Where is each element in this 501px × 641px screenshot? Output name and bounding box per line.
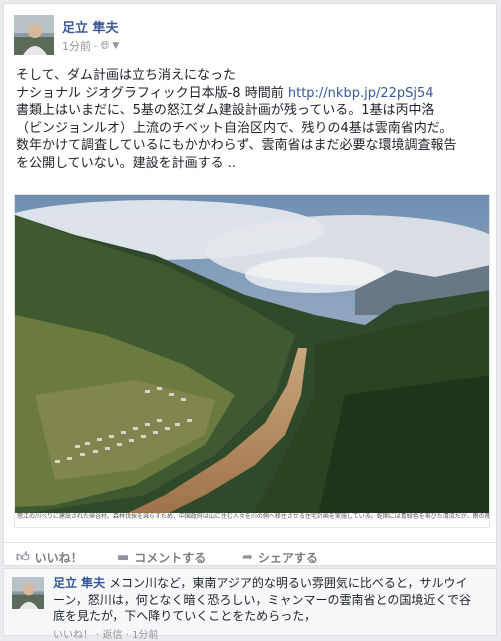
commenter-name[interactable]: 足立 隼夫 <box>53 576 105 590</box>
post-body-line: 書類上はいまだに、5基の怒江ダム建設計画が残っている。1基は丙中洛 <box>16 103 435 118</box>
comment-text: メコン川など，東南アジア的な明るい雰囲気に比べると，サルウイ <box>105 576 468 590</box>
comment-icon: ▬ <box>117 550 130 565</box>
post-headline: そして、ダム計画は立ち消えになった <box>16 68 236 83</box>
comment-text: 底を見たが，下へ降りていくことをためらった， <box>53 609 317 623</box>
chevron-down-icon[interactable]: ▼ <box>112 41 119 51</box>
post-actions: 👍︎ いいね！ ▬ コメントする ➦ シェアする <box>4 542 496 569</box>
post-body-line: （ビンジョンルオ）上流のチベット自治区内で、残りの4基は雲南省内だ。 <box>16 120 453 136</box>
comment-button[interactable]: ▬ コメントする <box>117 549 206 566</box>
thumbs-up-icon: 👍︎ <box>16 550 30 565</box>
share-icon: ➦ <box>242 550 253 565</box>
post-body-line: を公開していない。建設を計画する .. <box>16 155 237 171</box>
comment-label: コメントする <box>134 551 207 565</box>
share-button[interactable]: ➦ シェアする <box>242 549 318 566</box>
post-source-line: ナショナル ジオグラフィック日本版-8 時間前 http://nkbp.jp/2… <box>16 85 434 101</box>
comment-section: 足立 隼夫 メコン川など，東南アジア的な明るい雰囲気に比べると，サルウイ ーン，… <box>3 568 497 641</box>
post-meta: 1分前 · 🌐︎ ▼ <box>62 38 120 54</box>
photo-caption: 怒江の川べりに建設された帰谷村。森林伐採を減らすため、中国政府は山に住む人々を川… <box>15 513 489 527</box>
comment-footer[interactable]: いいね！ · 返信 · 1分前 <box>53 626 158 641</box>
like-button[interactable]: 👍︎ いいね！ <box>16 549 83 566</box>
post-timestamp[interactable]: 1分前 <box>62 38 91 54</box>
post-link[interactable]: http://nkbp.jp/22pSj54 <box>288 86 434 101</box>
globe-icon[interactable]: 🌐︎ <box>101 39 110 53</box>
like-label: いいね！ <box>34 551 83 565</box>
comment-text: ーン，怒川は，何となく暗く恐ろしい，ミャンマーの雲南省との国境近くで谷 <box>53 592 471 607</box>
share-label: シェアする <box>257 551 318 565</box>
commenter-avatar[interactable] <box>12 577 44 609</box>
author-avatar[interactable] <box>14 15 54 55</box>
post-photo[interactable]: 怒江の川べりに建設された帰谷村。森林伐採を減らすため、中国政府は山に住む人々を川… <box>14 194 490 528</box>
post-card: 足立 隼夫 1分前 · 🌐︎ ▼ そして、ダム計画は立ち消えになった ナショナル… <box>3 3 497 566</box>
post-body: そして、ダム計画は立ち消えになった ナショナル ジオグラフィック日本版-8 時間… <box>16 67 492 172</box>
comment-body: 足立 隼夫 メコン川など，東南アジア的な明るい雰囲気に比べると，サルウイ ーン，… <box>53 575 493 625</box>
valley-photo <box>15 195 489 527</box>
post-body-line: 数年かけて調査しているにもかかわらず、雲南省はまだ必要な環境調査報告 <box>16 138 457 153</box>
post-author-name[interactable]: 足立 隼夫 <box>62 17 119 36</box>
